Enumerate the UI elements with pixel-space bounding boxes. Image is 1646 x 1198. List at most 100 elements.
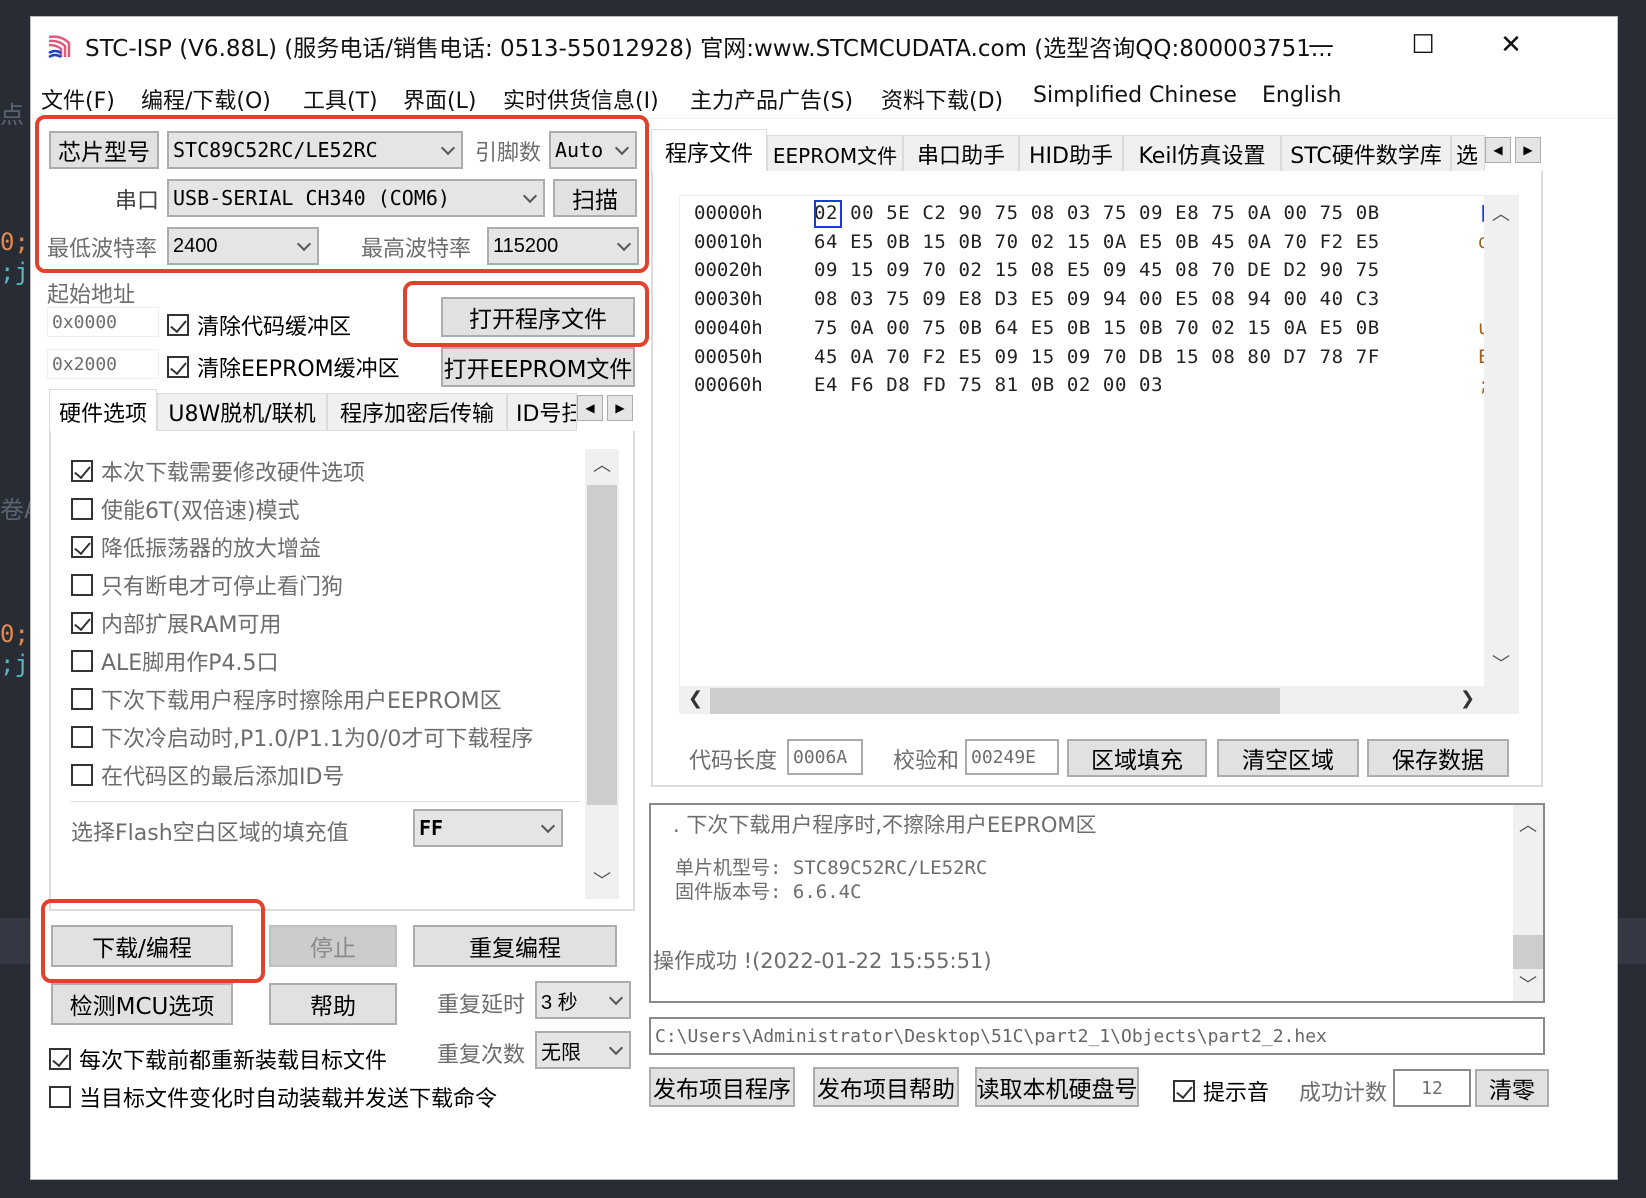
clear-area-button[interactable]: 清空区域 xyxy=(1217,739,1359,777)
port-select[interactable]: USB-SERIAL CH340 (COM6) xyxy=(167,179,545,217)
maximize-button[interactable]: ☐ xyxy=(1393,25,1453,65)
title-bar[interactable]: STC-ISP (V6.88L) (服务电话/销售电话: 0513-550129… xyxy=(31,17,1617,75)
repeat-program-button[interactable]: 重复编程 xyxy=(413,925,617,967)
minimize-button[interactable]: — xyxy=(1291,25,1351,65)
tab-id-number[interactable]: ID号扫 xyxy=(507,393,577,431)
scroll-thumb[interactable] xyxy=(710,688,1280,714)
tab-scroll-left-icon[interactable]: ◀ xyxy=(577,395,603,421)
max-baud-select[interactable]: 115200 xyxy=(487,227,639,265)
clear-eeprom-buffer-checkbox[interactable]: 清除EEPROM缓冲区 xyxy=(167,351,400,383)
hex-bytes[interactable]: E4 F6 D8 FD 75 81 0B 02 00 03 xyxy=(814,374,1163,396)
hex-vertical-scrollbar[interactable]: ︿ ﹀ xyxy=(1484,196,1518,686)
open-eeprom-file-button[interactable]: 打开EEPROM文件 xyxy=(441,347,635,387)
reload-before-download-checkbox[interactable]: 每次下载前都重新装载目标文件 xyxy=(49,1043,387,1075)
hardware-option-checkbox[interactable]: 在代码区的最后添加ID号 xyxy=(71,759,344,791)
tab-hardware-options[interactable]: 硬件选项 xyxy=(49,389,157,433)
scroll-up-icon[interactable]: ︿ xyxy=(1484,200,1518,226)
hardware-option-checkbox[interactable]: ALE脚用作P4.5口 xyxy=(71,645,278,677)
checkbox-unchecked-icon xyxy=(71,498,93,520)
scroll-right-icon[interactable]: ❯ xyxy=(1460,688,1475,709)
menu-program-download[interactable]: 编程/下载(O) xyxy=(141,83,271,115)
scroll-down-icon[interactable]: ﹀ xyxy=(1484,650,1518,676)
scroll-left-icon[interactable]: ❮ xyxy=(688,688,703,709)
auto-load-checkbox[interactable]: 当目标文件变化时自动装载并发送下载命令 xyxy=(49,1081,497,1113)
scroll-thumb[interactable] xyxy=(587,485,617,805)
tab-u8w-offline[interactable]: U8W脱机/联机 xyxy=(157,393,327,431)
hex-view[interactable]: 00000h 02 00 5E C2 90 75 08 03 75 09 E8 7… xyxy=(679,195,1519,714)
fill-area-button[interactable]: 区域填充 xyxy=(1067,739,1207,777)
menu-supply-info[interactable]: 实时供货信息(I) xyxy=(503,83,659,115)
tab-encrypted-transfer[interactable]: 程序加密后传输 xyxy=(327,393,507,431)
menu-bar: 文件(F) 编程/下载(O) 工具(T) 界面(L) 实时供货信息(I) 主力产… xyxy=(31,75,1617,119)
hardware-option-checkbox[interactable]: 本次下载需要修改硬件选项 xyxy=(71,455,365,487)
repeat-count-select[interactable]: 无限 xyxy=(535,1031,631,1069)
hex-horizontal-scrollbar[interactable]: ❮ ❯ xyxy=(680,686,1518,714)
save-data-button[interactable]: 保存数据 xyxy=(1367,739,1509,777)
hex-bytes[interactable]: 45 0A 70 F2 E5 09 15 09 70 DB 15 08 80 D… xyxy=(814,346,1380,368)
menu-product-ads[interactable]: 主力产品广告(S) xyxy=(690,83,853,115)
code-length-label: 代码长度 xyxy=(689,749,778,774)
hardware-option-checkbox[interactable]: 使能6T(双倍速)模式 xyxy=(71,493,300,525)
hardware-option-label: 在代码区的最后添加ID号 xyxy=(101,765,345,790)
menu-file[interactable]: 文件(F) xyxy=(41,83,115,115)
hex-bytes[interactable]: 75 0A 00 75 0B 64 E5 0B 15 0B 70 02 15 0… xyxy=(814,317,1380,339)
repeat-delay-select[interactable]: 3 秒 xyxy=(535,981,631,1019)
hardware-option-checkbox[interactable]: 下次下载用户程序时擦除用户EEPROM区 xyxy=(71,683,502,715)
detect-mcu-options-button[interactable]: 检测MCU选项 xyxy=(51,983,233,1025)
output-log[interactable]: . 下次下载用户程序时,不擦除用户EEPROM区 单片机型号: STC89C52… xyxy=(649,803,1545,1003)
scroll-up-icon[interactable]: ︿ xyxy=(585,451,619,477)
menu-english[interactable]: English xyxy=(1262,83,1341,108)
hardware-option-checkbox[interactable]: 只有断电才可停止看门狗 xyxy=(71,569,343,601)
chip-model-button[interactable]: 芯片型号 xyxy=(49,131,159,169)
hardware-option-checkbox[interactable]: 下次冷启动时,P1.0/P1.1为0/0才可下载程序 xyxy=(71,721,533,753)
auto-load-label: 当目标文件变化时自动装载并发送下载命令 xyxy=(79,1087,498,1112)
eeprom-start-address-field[interactable]: 0x2000 xyxy=(47,349,159,379)
tab-serial-assistant[interactable]: 串口助手 xyxy=(903,135,1019,173)
menu-downloads[interactable]: 资料下载(D) xyxy=(881,83,1003,115)
tab-program-file[interactable]: 程序文件 xyxy=(651,129,767,173)
hex-bytes[interactable]: 02 00 5E C2 90 75 08 03 75 09 E8 75 0A 0… xyxy=(814,202,1380,224)
sound-checkbox[interactable]: 提示音 xyxy=(1173,1075,1269,1107)
scroll-down-icon[interactable]: ﹀ xyxy=(1513,971,1543,997)
clear-code-buffer-label: 清除代码缓冲区 xyxy=(197,315,352,340)
hardware-options-scrollbar[interactable]: ︿ ﹀ xyxy=(585,449,619,899)
help-button[interactable]: 帮助 xyxy=(269,983,397,1025)
hex-bytes[interactable]: 09 15 09 70 02 15 08 E5 09 45 08 70 DE D… xyxy=(814,259,1380,281)
download-program-button[interactable]: 下载/编程 xyxy=(51,925,233,967)
checkbox-checked-icon xyxy=(167,314,189,336)
publish-program-button[interactable]: 发布项目程序 xyxy=(649,1067,795,1107)
tab-selection[interactable]: 选 xyxy=(1451,135,1485,173)
tab-eeprom-file[interactable]: EEPROM文件 xyxy=(767,135,903,173)
hardware-option-checkbox[interactable]: 降低振荡器的放大增益 xyxy=(71,531,321,563)
scroll-thumb[interactable] xyxy=(1513,935,1543,969)
menu-interface[interactable]: 界面(L) xyxy=(403,83,476,115)
code-start-address-field[interactable]: 0x0000 xyxy=(47,307,159,337)
open-program-file-button[interactable]: 打开程序文件 xyxy=(441,297,635,337)
flash-fill-select[interactable]: FF xyxy=(413,809,563,847)
close-button[interactable]: ✕ xyxy=(1481,25,1541,65)
tab-hid-assistant[interactable]: HID助手 xyxy=(1019,135,1123,173)
tab-stc-math-lib[interactable]: STC硬件数学库 xyxy=(1281,135,1451,173)
tab-scroll-right-icon[interactable]: ▶ xyxy=(1515,137,1541,163)
tab-scroll-left-icon[interactable]: ◀ xyxy=(1485,137,1511,163)
scroll-up-icon[interactable]: ︿ xyxy=(1513,811,1543,837)
hex-bytes[interactable]: 64 E5 0B 15 0B 70 02 15 0A E5 0B 45 0A 7… xyxy=(814,231,1380,253)
menu-tools[interactable]: 工具(T) xyxy=(303,83,378,115)
chip-model-select[interactable]: STC89C52RC/LE52RC xyxy=(167,131,463,169)
tab-scroll-right-icon[interactable]: ▶ xyxy=(607,395,633,421)
hardware-option-checkbox[interactable]: 内部扩展RAM可用 xyxy=(71,607,281,639)
publish-help-button[interactable]: 发布项目帮助 xyxy=(813,1067,959,1107)
scroll-down-icon[interactable]: ﹀ xyxy=(585,867,619,893)
log-scrollbar[interactable]: ︿ ﹀ xyxy=(1513,805,1543,1001)
tab-keil-simulation[interactable]: Keil仿真设置 xyxy=(1123,135,1281,173)
min-baud-select[interactable]: 2400 xyxy=(167,227,319,265)
pins-select[interactable]: Auto xyxy=(549,131,637,169)
stop-button[interactable]: 停止 xyxy=(269,925,397,967)
target-file-path-field[interactable]: C:\Users\Administrator\Desktop\51C\part2… xyxy=(649,1017,1545,1055)
clear-code-buffer-checkbox[interactable]: 清除代码缓冲区 xyxy=(167,309,351,341)
menu-simplified-chinese[interactable]: Simplified Chinese xyxy=(1033,83,1237,108)
hex-bytes[interactable]: 08 03 75 09 E8 D3 E5 09 94 00 E5 08 94 0… xyxy=(814,288,1380,310)
reset-count-button[interactable]: 清零 xyxy=(1475,1069,1549,1107)
scan-button[interactable]: 扫描 xyxy=(553,179,637,217)
read-disk-id-button[interactable]: 读取本机硬盘号 xyxy=(975,1067,1139,1107)
